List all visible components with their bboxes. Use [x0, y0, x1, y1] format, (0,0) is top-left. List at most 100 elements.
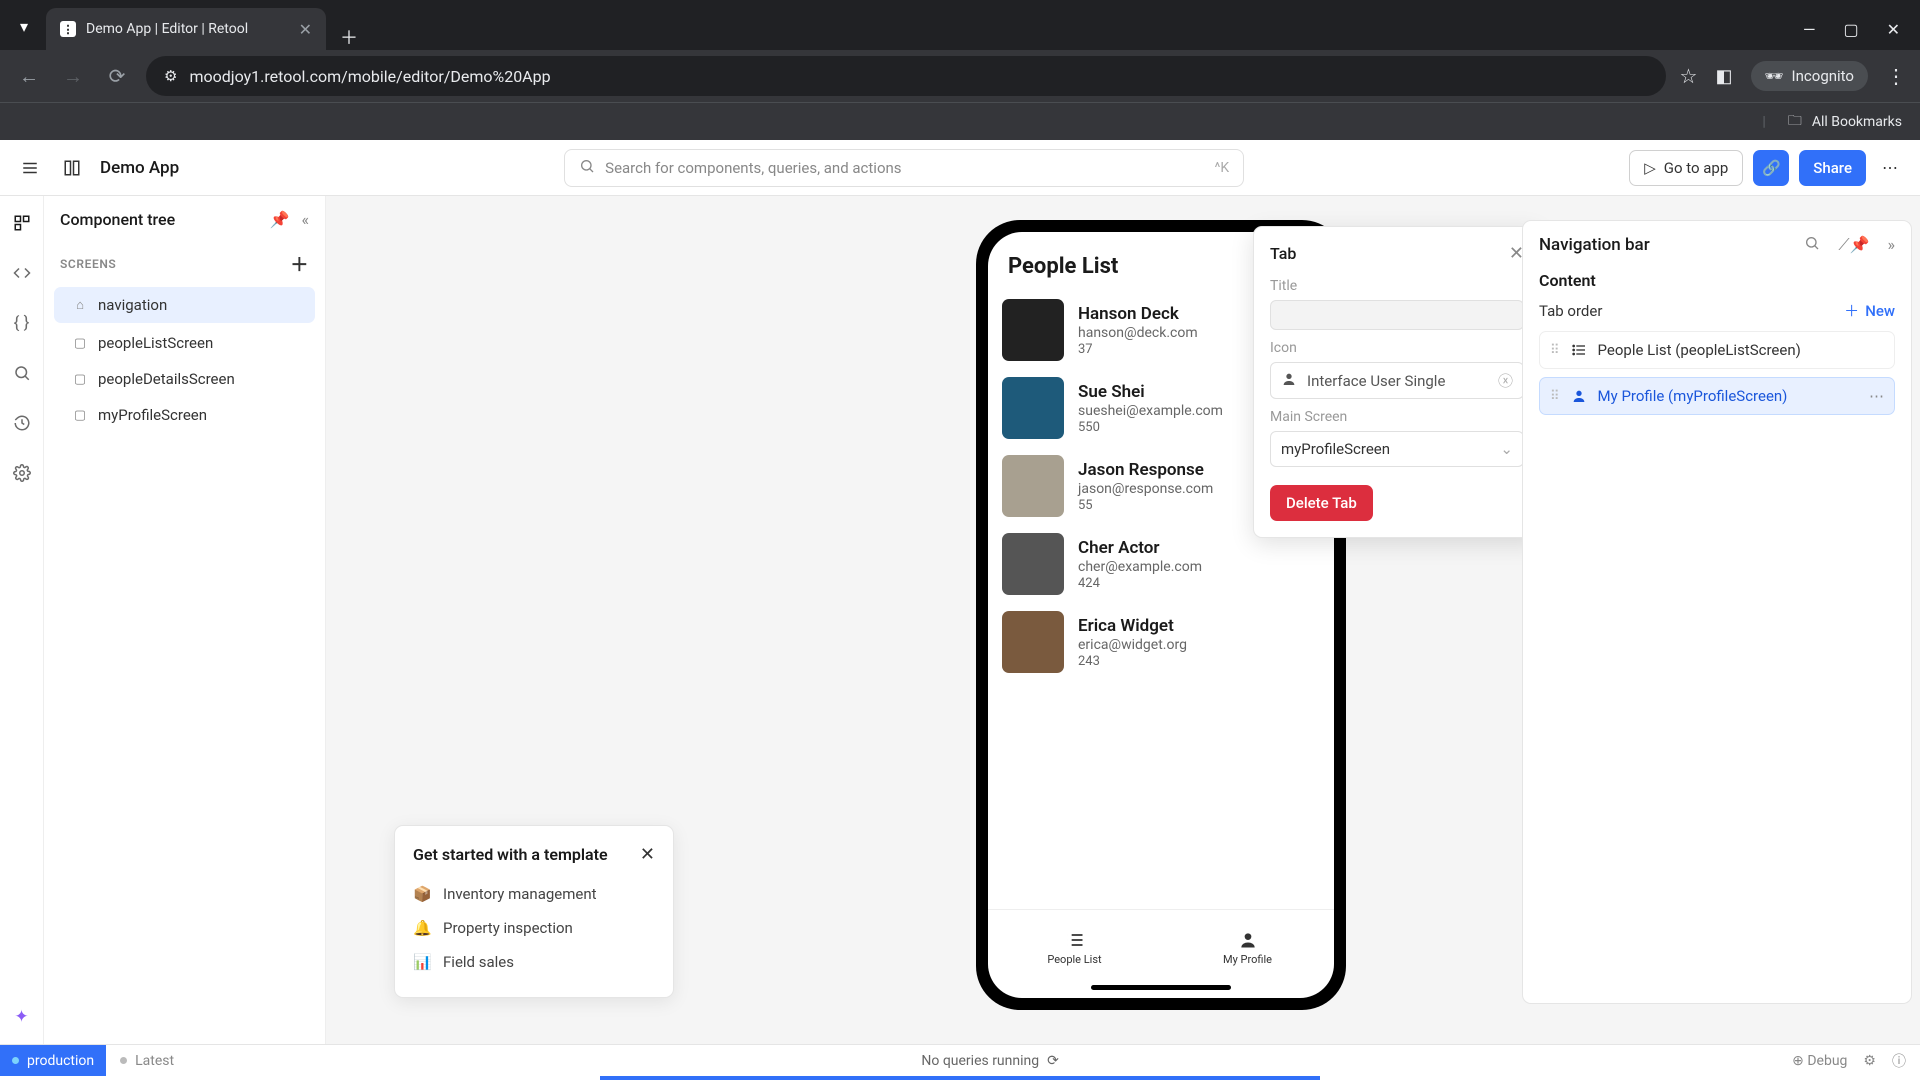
chrome-menu-icon[interactable]: ⋮ — [1886, 64, 1906, 88]
incognito-badge: 🕶 Incognito — [1751, 61, 1869, 91]
play-icon: ▷ — [1644, 159, 1656, 177]
separator: | — [1762, 114, 1765, 130]
screen-icon: ⌂ — [72, 297, 88, 313]
favicon-icon: ⋮ — [60, 21, 76, 37]
avatar — [1002, 611, 1064, 673]
pin-icon[interactable]: 📌 — [270, 210, 290, 229]
maximize-icon[interactable]: ▢ — [1843, 20, 1858, 39]
rail-search-icon[interactable] — [9, 360, 35, 386]
bookmark-star-icon[interactable]: ☆ — [1680, 64, 1698, 88]
copy-link-button[interactable]: 🔗 — [1753, 150, 1789, 186]
template-item[interactable]: 🔔Property inspection — [413, 911, 655, 945]
title-input[interactable] — [1270, 300, 1524, 330]
person-name: Cher Actor — [1078, 538, 1202, 558]
rail-history-icon[interactable] — [9, 410, 35, 436]
command-search[interactable]: Search for components, queries, and acti… — [564, 149, 1244, 187]
phone-tab-my-profile[interactable]: My Profile — [1161, 910, 1334, 985]
all-bookmarks-link[interactable]: All Bookmarks — [1812, 114, 1902, 130]
unpin-icon[interactable]: ⟋📌 — [1838, 235, 1869, 255]
new-tab-button[interactable]: ＋ — [326, 24, 372, 50]
user-icon — [1281, 371, 1297, 391]
layout-toggle-icon[interactable] — [58, 154, 86, 182]
icon-field-label: Icon — [1270, 340, 1524, 356]
release-badge[interactable]: Latest — [106, 1053, 188, 1069]
person-count: 550 — [1078, 420, 1223, 435]
tree-item-peopleDetailsScreen[interactable]: ▢peopleDetailsScreen — [44, 361, 325, 397]
refresh-icon[interactable]: ⟳ — [1047, 1053, 1059, 1069]
query-status: No queries running ⟳ — [921, 1053, 1058, 1069]
search-shortcut: ^K — [1215, 160, 1230, 176]
rail-components-icon[interactable] — [9, 210, 35, 236]
browser-tab[interactable]: ⋮ Demo App | Editor | Retool ✕ — [46, 8, 326, 50]
tab-order-item[interactable]: ⠿ People List (peopleListScreen) — [1539, 331, 1895, 369]
person-name: Jason Response — [1078, 460, 1213, 480]
drag-handle-icon[interactable]: ⠿ — [1550, 389, 1560, 404]
site-settings-icon[interactable]: ⚙ — [164, 67, 177, 85]
collapse-panel-icon[interactable]: « — [301, 210, 309, 229]
person-email: sueshei@example.com — [1078, 403, 1223, 419]
person-count: 424 — [1078, 576, 1202, 591]
debug-toggle[interactable]: ⊕ Debug — [1792, 1053, 1847, 1069]
go-to-app-button[interactable]: ▷ Go to app — [1629, 150, 1743, 186]
folder-icon: 🗀 — [1788, 110, 1802, 134]
rail-code-icon[interactable] — [9, 260, 35, 286]
panel-icon[interactable]: ◧ — [1715, 66, 1732, 87]
person-count: 55 — [1078, 498, 1213, 513]
menu-toggle-icon[interactable] — [16, 154, 44, 182]
drag-handle-icon[interactable]: ⠿ — [1550, 343, 1560, 358]
clear-icon-button[interactable]: ⓧ — [1498, 370, 1513, 391]
list-icon — [1570, 341, 1588, 359]
main-screen-select[interactable]: myProfileScreen ⌄ — [1270, 431, 1524, 467]
tree-item-myProfileScreen[interactable]: ▢myProfileScreen — [44, 397, 325, 433]
forward-button[interactable]: → — [58, 61, 88, 91]
tree-item-peopleListScreen[interactable]: ▢peopleListScreen — [44, 325, 325, 361]
person-row[interactable]: Erica Widget erica@widget.org 243 — [988, 603, 1334, 681]
search-placeholder: Search for components, queries, and acti… — [605, 159, 901, 177]
more-menu-button[interactable]: ⋯ — [1876, 154, 1904, 182]
minimize-icon[interactable]: — — [1803, 20, 1816, 39]
back-button[interactable]: ← — [14, 61, 44, 91]
close-tab-icon[interactable]: ✕ — [299, 20, 312, 39]
new-tab-link[interactable]: ＋ New — [1844, 300, 1895, 321]
tab-order-item[interactable]: ⠿ My Profile (myProfileScreen) ⋯ — [1539, 377, 1895, 415]
close-template-card-icon[interactable]: ✕ — [640, 844, 655, 865]
tab-list-dropdown[interactable]: ▾ — [6, 8, 42, 44]
item-more-icon[interactable]: ⋯ — [1869, 387, 1884, 405]
person-email: jason@response.com — [1078, 481, 1213, 497]
delete-tab-button[interactable]: Delete Tab — [1270, 485, 1373, 521]
environment-badge[interactable]: production — [0, 1045, 106, 1076]
tree-item-navigation[interactable]: ⌂navigation — [54, 287, 315, 323]
template-item[interactable]: 📊Field sales — [413, 945, 655, 979]
person-name: Sue Shei — [1078, 382, 1223, 402]
icon-select[interactable]: Interface User Single ⓧ — [1270, 362, 1524, 399]
user-icon — [1570, 387, 1588, 405]
share-button[interactable]: Share — [1799, 150, 1866, 186]
status-settings-icon[interactable]: ⚙ — [1863, 1053, 1876, 1069]
rail-ai-icon[interactable]: ✦ — [9, 1004, 35, 1030]
add-screen-button[interactable]: ＋ — [290, 251, 309, 277]
tree-panel-title: Component tree — [60, 210, 175, 229]
template-item[interactable]: 📦Inventory management — [413, 877, 655, 911]
rail-state-icon[interactable]: { } — [9, 310, 35, 336]
close-window-icon[interactable]: ✕ — [1887, 20, 1900, 39]
inspector-search-icon[interactable] — [1804, 235, 1820, 255]
tab-settings-popover: Tab ✕ Title Icon Interface User Single ⓧ… — [1253, 226, 1541, 538]
screen-icon: ▢ — [72, 335, 88, 351]
incognito-icon: 🕶 — [1765, 67, 1784, 85]
avatar — [1002, 377, 1064, 439]
person-count: 37 — [1078, 342, 1198, 357]
expand-panel-icon[interactable]: » — [1888, 235, 1896, 255]
search-icon — [579, 158, 595, 178]
screen-icon: ▢ — [72, 371, 88, 387]
address-bar[interactable]: ⚙ moodjoy1.retool.com/mobile/editor/Demo… — [146, 56, 1666, 96]
avatar — [1002, 533, 1064, 595]
avatar — [1002, 455, 1064, 517]
rail-settings-icon[interactable] — [9, 460, 35, 486]
home-indicator — [1091, 985, 1231, 990]
phone-tab-people-list[interactable]: People List — [988, 910, 1161, 985]
status-info-icon[interactable]: ⓘ — [1892, 1051, 1906, 1071]
popover-title: Tab — [1270, 244, 1296, 263]
url-text: moodjoy1.retool.com/mobile/editor/Demo%2… — [189, 67, 550, 86]
reload-button[interactable]: ⟳ — [102, 61, 132, 91]
template-icon: 📦 — [413, 885, 431, 903]
